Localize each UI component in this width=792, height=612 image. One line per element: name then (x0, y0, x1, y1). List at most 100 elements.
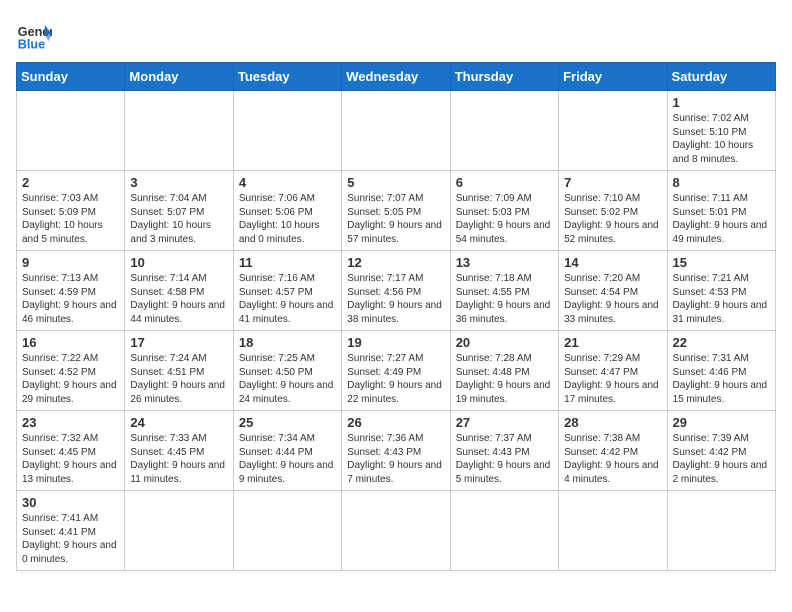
day-number: 30 (22, 495, 119, 510)
day-info: Sunrise: 7:24 AM Sunset: 4:51 PM Dayligh… (130, 352, 227, 406)
calendar-header-row: SundayMondayTuesdayWednesdayThursdayFrid… (17, 63, 776, 91)
day-number: 2 (22, 175, 119, 190)
day-info: Sunrise: 7:06 AM Sunset: 5:06 PM Dayligh… (239, 192, 336, 246)
calendar-cell: 18 Sunrise: 7:25 AM Sunset: 4:50 PM Dayli… (233, 331, 341, 411)
day-info: Sunrise: 7:32 AM Sunset: 4:45 PM Dayligh… (22, 432, 119, 486)
calendar-cell (233, 91, 341, 171)
calendar-cell: 4 Sunrise: 7:06 AM Sunset: 5:06 PM Daylig… (233, 171, 341, 251)
logo-icon: General Blue (16, 16, 52, 52)
day-info: Sunrise: 7:38 AM Sunset: 4:42 PM Dayligh… (564, 432, 661, 486)
day-number: 26 (347, 415, 444, 430)
day-info: Sunrise: 7:18 AM Sunset: 4:55 PM Dayligh… (456, 272, 553, 326)
day-number: 17 (130, 335, 227, 350)
calendar-cell: 13Sunrise: 7:18 AM Sunset: 4:55 PM Dayli… (450, 251, 558, 331)
day-number: 19 (347, 335, 444, 350)
day-number: 16 (22, 335, 119, 350)
day-info: Sunrise: 7:36 AM Sunset: 4:43 PM Dayligh… (347, 432, 444, 486)
day-info: Sunrise: 7:41 AM Sunset: 4:41 PM Dayligh… (22, 512, 119, 566)
day-number: 24 (130, 415, 227, 430)
day-info: Sunrise: 7:20 AM Sunset: 4:54 PM Dayligh… (564, 272, 661, 326)
weekday-header: Tuesday (233, 63, 341, 91)
day-number: 10 (130, 255, 227, 270)
weekday-header: Wednesday (342, 63, 450, 91)
weekday-header: Sunday (17, 63, 125, 91)
calendar-cell: 27Sunrise: 7:37 AM Sunset: 4:43 PM Dayli… (450, 411, 558, 491)
day-number: 3 (130, 175, 227, 190)
day-number: 4 (239, 175, 336, 190)
day-number: 29 (673, 415, 770, 430)
calendar-cell: 1Sunrise: 7:02 AM Sunset: 5:10 PM Daylig… (667, 91, 775, 171)
day-info: Sunrise: 7:37 AM Sunset: 4:43 PM Dayligh… (456, 432, 553, 486)
calendar-cell (450, 491, 558, 571)
day-info: Sunrise: 7:14 AM Sunset: 4:58 PM Dayligh… (130, 272, 227, 326)
calendar-cell: 30 Sunrise: 7:41 AM Sunset: 4:41 PM Dayli… (17, 491, 125, 571)
calendar-week-row: 2 Sunrise: 7:03 AM Sunset: 5:09 PM Daylig… (17, 171, 776, 251)
day-number: 11 (239, 255, 336, 270)
calendar-week-row: 16 Sunrise: 7:22 AM Sunset: 4:52 PM Dayli… (17, 331, 776, 411)
calendar-cell: 3 Sunrise: 7:04 AM Sunset: 5:07 PM Daylig… (125, 171, 233, 251)
calendar-cell: 8 Sunrise: 7:11 AM Sunset: 5:01 PM Daylig… (667, 171, 775, 251)
day-number: 23 (22, 415, 119, 430)
calendar-cell: 23 Sunrise: 7:32 AM Sunset: 4:45 PM Dayli… (17, 411, 125, 491)
calendar-table: SundayMondayTuesdayWednesdayThursdayFrid… (16, 62, 776, 571)
calendar-cell (342, 91, 450, 171)
calendar-cell: 21Sunrise: 7:29 AM Sunset: 4:47 PM Dayli… (559, 331, 667, 411)
day-info: Sunrise: 7:11 AM Sunset: 5:01 PM Dayligh… (673, 192, 770, 246)
calendar-week-row: 23 Sunrise: 7:32 AM Sunset: 4:45 PM Dayli… (17, 411, 776, 491)
calendar-cell (342, 491, 450, 571)
page-header: General Blue (16, 16, 776, 52)
calendar-cell: 5 Sunrise: 7:07 AM Sunset: 5:05 PM Daylig… (342, 171, 450, 251)
day-number: 15 (673, 255, 770, 270)
day-info: Sunrise: 7:29 AM Sunset: 4:47 PM Dayligh… (564, 352, 661, 406)
calendar-cell: 19 Sunrise: 7:27 AM Sunset: 4:49 PM Dayli… (342, 331, 450, 411)
weekday-header: Thursday (450, 63, 558, 91)
day-info: Sunrise: 7:34 AM Sunset: 4:44 PM Dayligh… (239, 432, 336, 486)
day-number: 14 (564, 255, 661, 270)
day-info: Sunrise: 7:22 AM Sunset: 4:52 PM Dayligh… (22, 352, 119, 406)
day-number: 5 (347, 175, 444, 190)
calendar-cell: 17 Sunrise: 7:24 AM Sunset: 4:51 PM Dayli… (125, 331, 233, 411)
logo: General Blue (16, 16, 52, 52)
calendar-cell (125, 91, 233, 171)
weekday-header: Saturday (667, 63, 775, 91)
calendar-cell: 7Sunrise: 7:10 AM Sunset: 5:02 PM Daylig… (559, 171, 667, 251)
day-number: 8 (673, 175, 770, 190)
calendar-cell (233, 491, 341, 571)
calendar-cell (667, 491, 775, 571)
day-info: Sunrise: 7:27 AM Sunset: 4:49 PM Dayligh… (347, 352, 444, 406)
day-number: 12 (347, 255, 444, 270)
calendar-cell: 20Sunrise: 7:28 AM Sunset: 4:48 PM Dayli… (450, 331, 558, 411)
calendar-cell: 12Sunrise: 7:17 AM Sunset: 4:56 PM Dayli… (342, 251, 450, 331)
day-info: Sunrise: 7:03 AM Sunset: 5:09 PM Dayligh… (22, 192, 119, 246)
day-info: Sunrise: 7:04 AM Sunset: 5:07 PM Dayligh… (130, 192, 227, 246)
calendar-cell (559, 491, 667, 571)
day-info: Sunrise: 7:13 AM Sunset: 4:59 PM Dayligh… (22, 272, 119, 326)
calendar-cell: 16 Sunrise: 7:22 AM Sunset: 4:52 PM Dayli… (17, 331, 125, 411)
day-info: Sunrise: 7:09 AM Sunset: 5:03 PM Dayligh… (456, 192, 553, 246)
day-info: Sunrise: 7:07 AM Sunset: 5:05 PM Dayligh… (347, 192, 444, 246)
day-number: 6 (456, 175, 553, 190)
svg-text:Blue: Blue (18, 37, 45, 51)
calendar-cell: 6 Sunrise: 7:09 AM Sunset: 5:03 PM Daylig… (450, 171, 558, 251)
calendar-cell: 14 Sunrise: 7:20 AM Sunset: 4:54 PM Dayli… (559, 251, 667, 331)
calendar-cell: 28 Sunrise: 7:38 AM Sunset: 4:42 PM Dayli… (559, 411, 667, 491)
calendar-cell (559, 91, 667, 171)
calendar-cell: 9 Sunrise: 7:13 AM Sunset: 4:59 PM Daylig… (17, 251, 125, 331)
day-info: Sunrise: 7:33 AM Sunset: 4:45 PM Dayligh… (130, 432, 227, 486)
day-number: 9 (22, 255, 119, 270)
weekday-header: Monday (125, 63, 233, 91)
day-number: 22 (673, 335, 770, 350)
day-info: Sunrise: 7:39 AM Sunset: 4:42 PM Dayligh… (673, 432, 770, 486)
calendar-cell (17, 91, 125, 171)
calendar-cell: 2 Sunrise: 7:03 AM Sunset: 5:09 PM Daylig… (17, 171, 125, 251)
weekday-header: Friday (559, 63, 667, 91)
day-info: Sunrise: 7:21 AM Sunset: 4:53 PM Dayligh… (673, 272, 770, 326)
calendar-cell: 29 Sunrise: 7:39 AM Sunset: 4:42 PM Dayli… (667, 411, 775, 491)
day-number: 18 (239, 335, 336, 350)
day-info: Sunrise: 7:10 AM Sunset: 5:02 PM Dayligh… (564, 192, 661, 246)
calendar-week-row: 30 Sunrise: 7:41 AM Sunset: 4:41 PM Dayli… (17, 491, 776, 571)
day-number: 28 (564, 415, 661, 430)
calendar-cell: 15 Sunrise: 7:21 AM Sunset: 4:53 PM Dayli… (667, 251, 775, 331)
day-info: Sunrise: 7:25 AM Sunset: 4:50 PM Dayligh… (239, 352, 336, 406)
calendar-cell: 25Sunrise: 7:34 AM Sunset: 4:44 PM Dayli… (233, 411, 341, 491)
